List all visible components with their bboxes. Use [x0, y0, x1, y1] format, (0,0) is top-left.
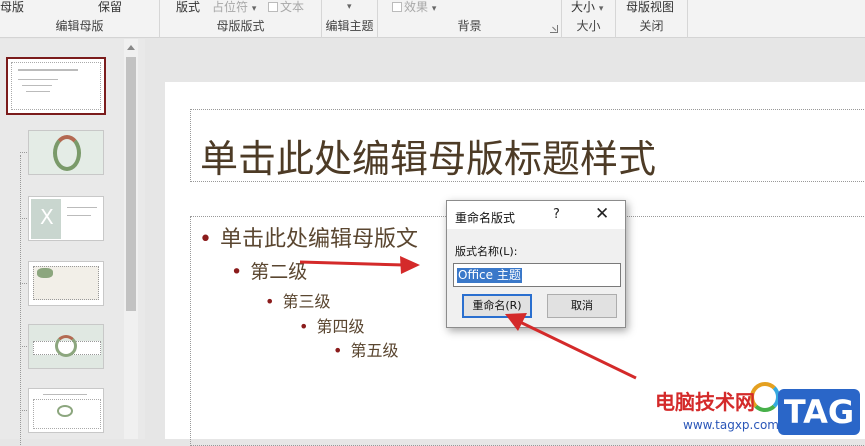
watermark-tag-badge: TAG — [778, 389, 860, 435]
arrow-to-rename-button — [505, 313, 637, 380]
watermark-url: www.tagxp.com — [683, 418, 779, 432]
annotation-arrows — [299, 256, 637, 380]
arrow-to-input — [299, 256, 420, 274]
arrow-head — [505, 313, 527, 331]
arrow-line — [299, 260, 405, 267]
arrow-head — [400, 256, 420, 274]
watermark-site-name: 电脑技术网 — [655, 390, 755, 414]
arrow-line — [519, 320, 637, 380]
